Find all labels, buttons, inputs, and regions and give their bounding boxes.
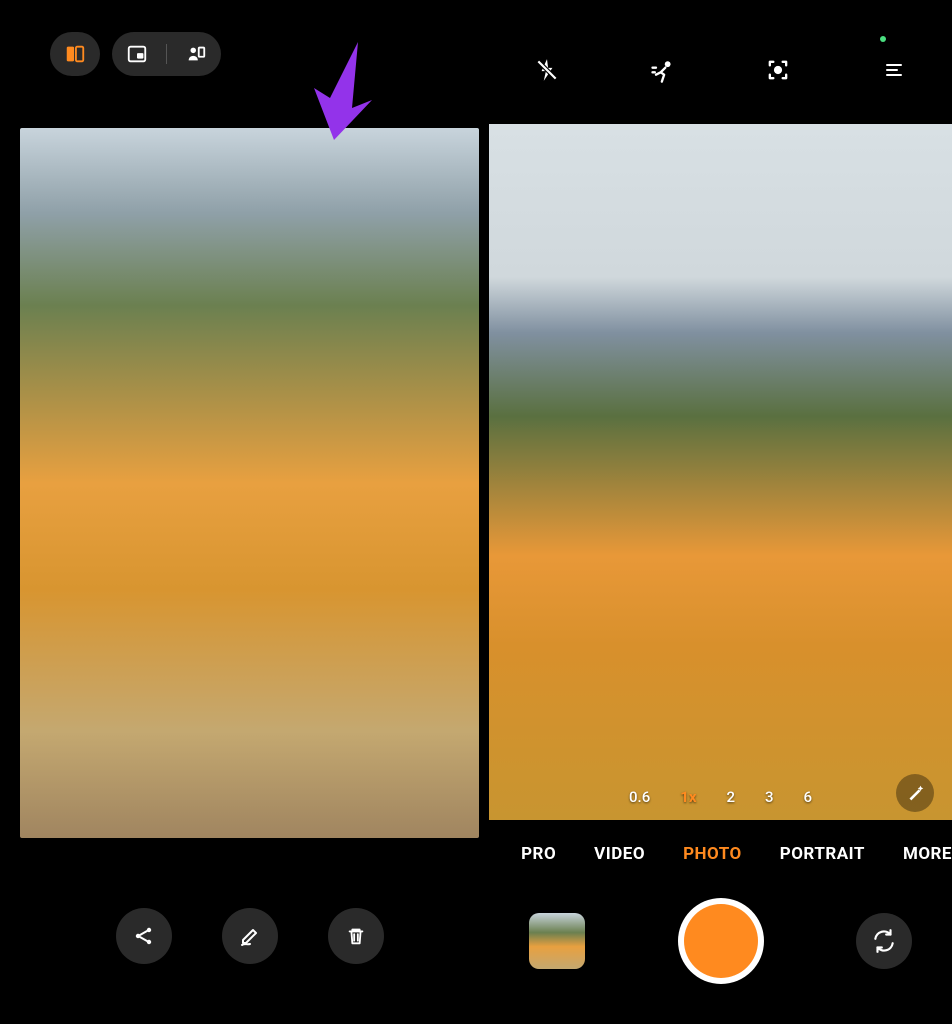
presenter-view-button[interactable]	[185, 43, 207, 65]
mode-pro[interactable]: PRO	[521, 844, 556, 864]
motion-photo-button[interactable]	[641, 48, 685, 92]
trash-icon	[345, 925, 367, 947]
zoom-level-4[interactable]: 6	[804, 788, 813, 806]
photo-image	[20, 128, 479, 838]
motion-icon	[649, 56, 677, 84]
mode-photo[interactable]: PHOTO	[683, 844, 742, 864]
lens-icon	[764, 56, 792, 84]
mode-more[interactable]: MORE	[903, 844, 952, 864]
edit-icon	[238, 924, 262, 948]
flash-off-icon	[534, 57, 560, 83]
top-bar-right	[489, 20, 952, 104]
top-bar-left	[20, 20, 479, 88]
share-button[interactable]	[116, 908, 172, 964]
zoom-level-1[interactable]: 1x	[680, 788, 696, 806]
switch-camera-icon	[871, 928, 897, 954]
flash-button[interactable]	[525, 48, 569, 92]
zoom-level-0[interactable]: 0.6	[629, 788, 650, 806]
lens-button[interactable]	[756, 48, 800, 92]
filters-button[interactable]	[896, 774, 934, 812]
menu-icon	[882, 58, 906, 82]
zoom-selector: 0.6 1x 2 3 6	[489, 788, 952, 806]
zoom-level-3[interactable]: 3	[765, 788, 774, 806]
mode-portrait[interactable]: PORTRAIT	[780, 844, 865, 864]
menu-button[interactable]	[872, 48, 916, 92]
split-view-button[interactable]	[50, 32, 100, 76]
app-root: 0.6 1x 2 3 6 PRO VIDEO PHOTO PORTRAIT MO…	[0, 0, 952, 1024]
annotation-arrow	[300, 36, 380, 146]
shutter-bar	[489, 888, 952, 1004]
viewfinder-image	[489, 124, 952, 820]
divider	[166, 44, 167, 64]
shutter-inner	[684, 904, 758, 978]
captured-photo-preview[interactable]	[20, 128, 479, 838]
camera-pane: 0.6 1x 2 3 6 PRO VIDEO PHOTO PORTRAIT MO…	[489, 0, 952, 1024]
shutter-button[interactable]	[678, 898, 764, 984]
delete-button[interactable]	[328, 908, 384, 964]
zoom-level-2[interactable]: 2	[726, 788, 735, 806]
view-toggle-group	[112, 32, 221, 76]
pip-view-button[interactable]	[126, 43, 148, 65]
mode-video[interactable]: VIDEO	[594, 844, 645, 864]
gallery-actions	[20, 878, 479, 1004]
camera-viewfinder[interactable]: 0.6 1x 2 3 6	[489, 124, 952, 820]
share-icon	[132, 924, 156, 948]
edit-button[interactable]	[222, 908, 278, 964]
magic-wand-icon	[904, 782, 926, 804]
status-indicator-dot	[880, 36, 886, 42]
switch-camera-button[interactable]	[856, 913, 912, 969]
gallery-thumbnail[interactable]	[529, 913, 585, 969]
gallery-pane	[0, 0, 489, 1024]
camera-modes[interactable]: PRO VIDEO PHOTO PORTRAIT MORE	[489, 820, 952, 888]
